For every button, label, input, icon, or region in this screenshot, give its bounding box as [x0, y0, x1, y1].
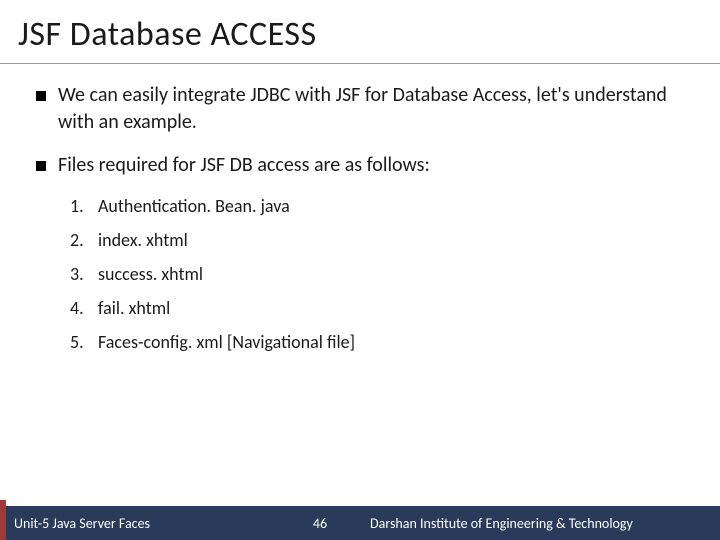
square-bullet-icon	[36, 161, 46, 171]
square-bullet-icon	[36, 91, 46, 101]
slide: JSF Database ACCESS We can easily integr…	[0, 0, 720, 540]
file-name: fail. xhtml	[98, 297, 170, 319]
list-item: 5. Faces-config. xml [Navigational file]	[70, 331, 684, 353]
footer-institute: Darshan Institute of Engineering & Techn…	[350, 515, 720, 532]
footer-unit: Unit-5 Java Server Faces	[0, 515, 290, 532]
file-name: success. xhtml	[98, 263, 203, 285]
list-number: 3.	[70, 263, 98, 285]
list-number: 4.	[70, 297, 98, 319]
bullet-text: We can easily integrate JDBC with JSF fo…	[58, 82, 684, 136]
file-list: 1. Authentication. Bean. java 2. index. …	[70, 195, 684, 353]
list-number: 5.	[70, 331, 98, 353]
bullet-item: Files required for JSF DB access are as …	[36, 152, 684, 179]
file-name: index. xhtml	[98, 229, 188, 251]
accent-bar	[0, 500, 6, 540]
list-item: 3. success. xhtml	[70, 263, 684, 285]
list-number: 2.	[70, 229, 98, 251]
slide-content: We can easily integrate JDBC with JSF fo…	[0, 64, 720, 353]
list-number: 1.	[70, 195, 98, 217]
footer-page-number: 46	[290, 515, 350, 532]
bullet-item: We can easily integrate JDBC with JSF fo…	[36, 82, 684, 136]
slide-title: JSF Database ACCESS	[0, 0, 720, 64]
file-name: Faces-config. xml [Navigational file]	[98, 331, 355, 353]
bullet-text: Files required for JSF DB access are as …	[58, 152, 684, 179]
list-item: 4. fail. xhtml	[70, 297, 684, 319]
file-name: Authentication. Bean. java	[98, 195, 290, 217]
list-item: 1. Authentication. Bean. java	[70, 195, 684, 217]
list-item: 2. index. xhtml	[70, 229, 684, 251]
slide-footer: Unit-5 Java Server Faces 46 Darshan Inst…	[0, 506, 720, 540]
